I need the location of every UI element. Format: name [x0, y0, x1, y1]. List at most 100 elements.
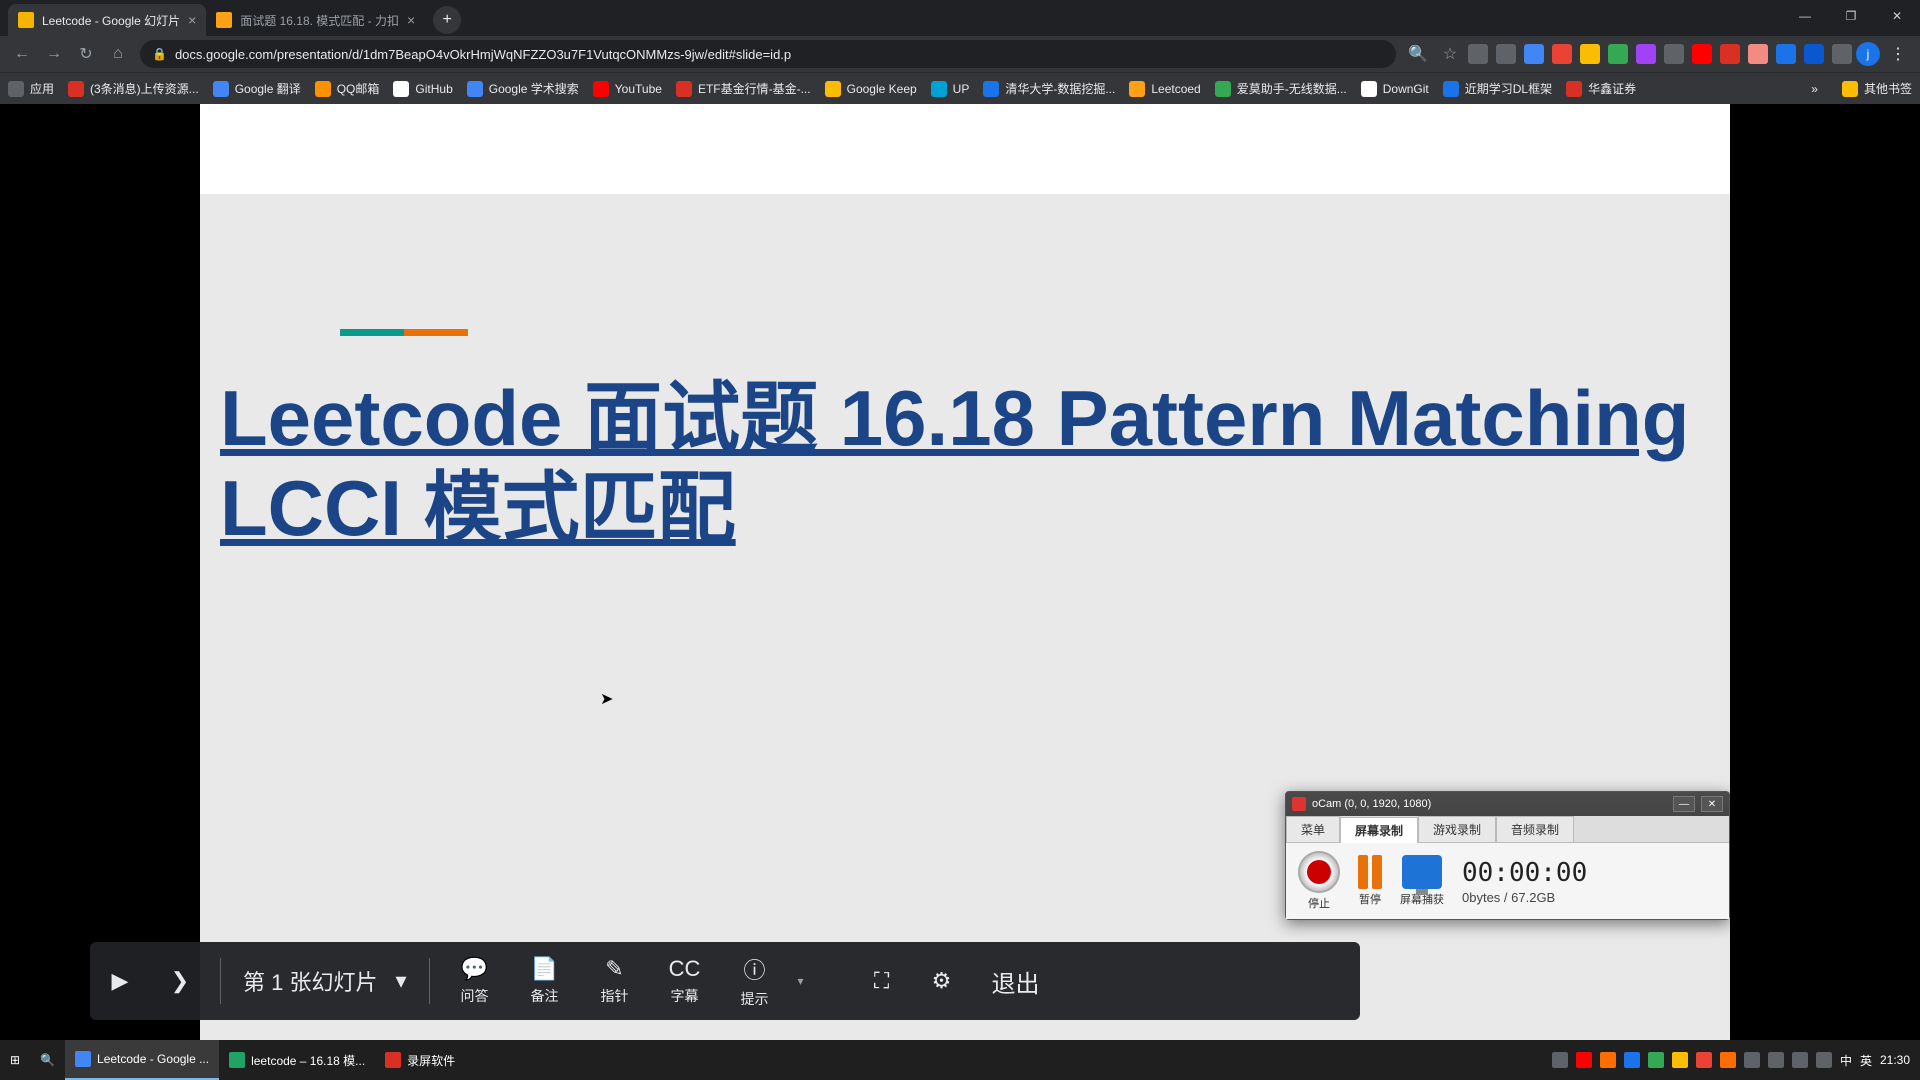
taskbar-app-2[interactable]: 录屏软件: [375, 1040, 465, 1080]
extension-icon-10[interactable]: [1748, 44, 1768, 64]
bookmark-icon: [1215, 81, 1231, 97]
bookmark-2[interactable]: QQ邮箱: [315, 80, 380, 97]
bookmark-3[interactable]: GitHub: [393, 81, 452, 97]
presenter-tool-1[interactable]: 📄备注: [510, 953, 580, 1009]
forward-button[interactable]: →: [40, 40, 68, 68]
browser-tab-0[interactable]: Leetcode - Google 幻灯片 ×: [8, 4, 206, 36]
tray-icon-9[interactable]: [1600, 1052, 1616, 1068]
star-icon[interactable]: ☆: [1436, 40, 1464, 68]
new-tab-button[interactable]: +: [433, 6, 461, 34]
presenter-tool-3[interactable]: CC字幕: [650, 953, 720, 1009]
screen-capture-button[interactable]: 屏幕捕获: [1400, 855, 1444, 907]
taskbar-search[interactable]: 🔍: [30, 1040, 65, 1080]
ocam-tab-1[interactable]: 屏幕录制: [1340, 817, 1418, 843]
bookmark-4[interactable]: Google 学术搜索: [467, 80, 579, 97]
extension-icon-12[interactable]: [1804, 44, 1824, 64]
extension-icon-13[interactable]: [1832, 44, 1852, 64]
tray-icon-5[interactable]: [1696, 1052, 1712, 1068]
pause-record-button[interactable]: 暂停: [1358, 855, 1382, 907]
extension-icon-5[interactable]: [1608, 44, 1628, 64]
browser-tab-1[interactable]: 面试题 16.18. 模式匹配 - 力扣×: [206, 4, 425, 36]
chrome-menu[interactable]: ⋮: [1884, 44, 1912, 64]
browser-toolbar: ← → ↻ ⌂ 🔒 docs.google.com/presentation/d…: [0, 36, 1920, 72]
bookmark-14[interactable]: 华鑫证券: [1566, 80, 1636, 97]
ocam-window[interactable]: oCam (0, 0, 1920, 1080) — ✕ 菜单屏幕录制游戏录制音频…: [1285, 791, 1730, 920]
reload-button[interactable]: ↻: [72, 40, 100, 68]
taskbar-app-1[interactable]: leetcode – 16.18 模...: [219, 1040, 375, 1080]
slide-picker[interactable]: 第 1 张幻灯片 ▾: [231, 965, 419, 997]
bookmark-12[interactable]: DownGit: [1361, 81, 1429, 97]
browser-tabstrip: Leetcode - Google 幻灯片×面试题 16.18. 模式匹配 - …: [0, 0, 1920, 36]
bookmark-10[interactable]: Leetcoed: [1129, 81, 1200, 97]
bookmark-5[interactable]: YouTube: [593, 81, 662, 97]
tray-icon-1[interactable]: [1792, 1052, 1808, 1068]
tools-dropdown[interactable]: ▾: [790, 974, 812, 988]
ime-indicator-1[interactable]: 中: [1840, 1052, 1852, 1069]
extension-icon-2[interactable]: [1524, 44, 1544, 64]
home-button[interactable]: ⌂: [104, 40, 132, 68]
back-button[interactable]: ←: [8, 40, 36, 68]
stop-record-button[interactable]: 停止: [1298, 851, 1340, 911]
ocam-tab-3[interactable]: 音频录制: [1496, 816, 1574, 842]
ocam-close[interactable]: ✕: [1701, 796, 1723, 812]
bookmark-7[interactable]: Google Keep: [825, 81, 917, 97]
bookmark-11[interactable]: 爱莫助手-无线数据...: [1215, 80, 1347, 97]
extension-icon-1[interactable]: [1496, 44, 1516, 64]
bookmark-8[interactable]: UP: [931, 81, 970, 97]
extension-icon-3[interactable]: [1552, 44, 1572, 64]
start-button[interactable]: ⊞: [0, 1040, 30, 1080]
next-slide-button[interactable]: ❯: [150, 942, 210, 1020]
taskbar-app-icon: [229, 1052, 245, 1068]
apps-button[interactable]: 应用: [8, 80, 54, 97]
ocam-tab-0[interactable]: 菜单: [1286, 816, 1340, 842]
extension-icon-8[interactable]: [1692, 44, 1712, 64]
tab-close[interactable]: ×: [188, 12, 196, 28]
bookmark-0[interactable]: (3条消息)上传资源...: [68, 80, 199, 97]
settings-button[interactable]: ⚙: [912, 942, 972, 1020]
tray-icon-11[interactable]: [1552, 1052, 1568, 1068]
other-bookmarks[interactable]: 其他书签: [1842, 80, 1912, 97]
ocam-tab-2[interactable]: 游戏录制: [1418, 816, 1496, 842]
bookmarks-overflow[interactable]: »: [1811, 82, 1818, 96]
bookmark-icon: [1566, 81, 1582, 97]
tray-icon-7[interactable]: [1648, 1052, 1664, 1068]
window-maximize[interactable]: ❐: [1828, 0, 1874, 32]
bookmark-label: GitHub: [415, 82, 452, 96]
presenter-tool-0[interactable]: 💬问答: [440, 953, 510, 1009]
bookmark-9[interactable]: 清华大学-数据挖掘...: [983, 80, 1115, 97]
exit-button[interactable]: 退出: [972, 964, 1060, 999]
tray-icon-10[interactable]: [1576, 1052, 1592, 1068]
tray-icon-3[interactable]: [1744, 1052, 1760, 1068]
bookmark-6[interactable]: ETF基金行情-基金-...: [676, 80, 811, 97]
window-minimize[interactable]: —: [1782, 0, 1828, 32]
bookmark-13[interactable]: 近期学习DL框架: [1443, 80, 1552, 97]
extension-icon-6[interactable]: [1636, 44, 1656, 64]
profile-avatar[interactable]: j: [1856, 42, 1880, 66]
taskbar-clock[interactable]: 21:30: [1880, 1053, 1910, 1067]
ime-indicator-2[interactable]: 英: [1860, 1052, 1872, 1069]
presenter-tool-4[interactable]: ⓘ提示: [720, 953, 790, 1009]
fullscreen-button[interactable]: ⛶: [852, 942, 912, 1020]
bookmark-1[interactable]: Google 翻译: [213, 80, 301, 97]
extension-icon-4[interactable]: [1580, 44, 1600, 64]
presenter-tool-2[interactable]: ✎指针: [580, 953, 650, 1009]
extension-icon-9[interactable]: [1720, 44, 1740, 64]
tray-icon-2[interactable]: [1768, 1052, 1784, 1068]
extension-icon-11[interactable]: [1776, 44, 1796, 64]
tray-icon-8[interactable]: [1624, 1052, 1640, 1068]
zoom-icon[interactable]: 🔍: [1404, 40, 1432, 68]
play-button[interactable]: ▶: [90, 942, 150, 1020]
tray-icon-0[interactable]: [1816, 1052, 1832, 1068]
address-bar[interactable]: 🔒 docs.google.com/presentation/d/1dm7Bea…: [140, 40, 1396, 68]
bookmark-icon: [825, 81, 841, 97]
tray-icon-6[interactable]: [1672, 1052, 1688, 1068]
tab-close[interactable]: ×: [407, 12, 415, 28]
window-close[interactable]: ✕: [1874, 0, 1920, 32]
taskbar-app-0[interactable]: Leetcode - Google ...: [65, 1040, 219, 1080]
tab-title: Leetcode - Google 幻灯片: [42, 12, 180, 29]
bookmark-icon: [931, 81, 947, 97]
tray-icon-4[interactable]: [1720, 1052, 1736, 1068]
ocam-minimize[interactable]: —: [1673, 796, 1695, 812]
extension-icon-7[interactable]: [1664, 44, 1684, 64]
extension-icon-0[interactable]: [1468, 44, 1488, 64]
